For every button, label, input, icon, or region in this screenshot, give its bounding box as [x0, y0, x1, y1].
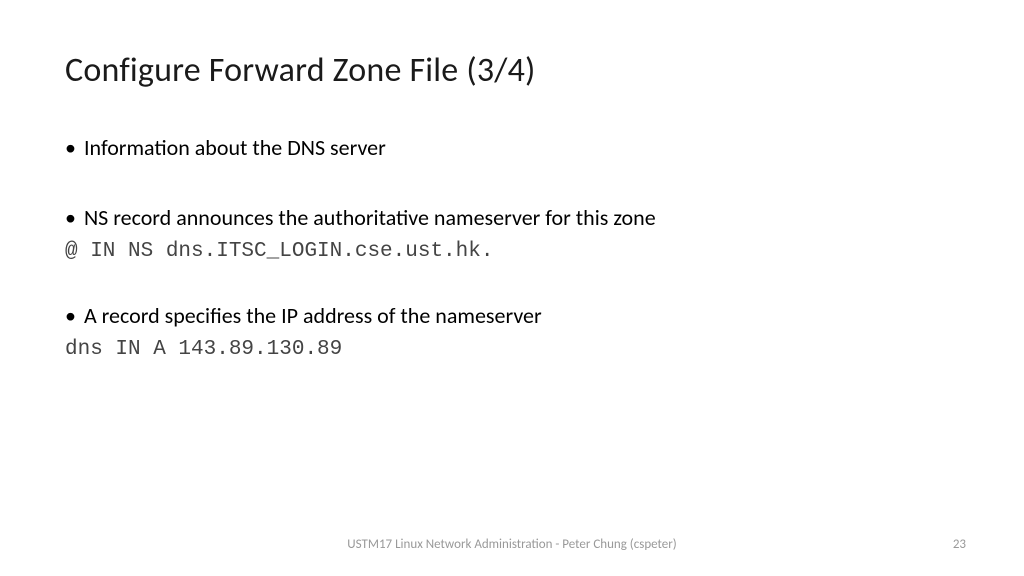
bullet-text: Information about the DNS server [84, 133, 959, 163]
slide-footer: USTM17 Linux Network Administration - Pe… [0, 537, 1024, 552]
slide-title: Configure Forward Zone File (3/4) [65, 50, 959, 91]
bullet-item: • A record specifies the IP address of t… [65, 301, 959, 331]
code-line: dns IN A 143.89.130.89 [65, 336, 959, 364]
slide-container: Configure Forward Zone File (3/4) • Info… [0, 0, 1024, 576]
bullet-item: • Information about the DNS server [65, 133, 959, 163]
bullet-text: A record specifies the IP address of the… [84, 301, 959, 331]
bullet-text: NS record announces the authoritative na… [84, 203, 959, 233]
bullet-marker-icon: • [65, 301, 76, 331]
bullet-marker-icon: • [65, 203, 76, 233]
code-line: @ IN NS dns.ITSC_LOGIN.cse.ust.hk. [65, 238, 959, 266]
bullet-item: • NS record announces the authoritative … [65, 203, 959, 233]
slide-content: • Information about the DNS server • NS … [65, 133, 959, 365]
footer-text: USTM17 Linux Network Administration - Pe… [0, 537, 1024, 552]
bullet-marker-icon: • [65, 133, 76, 163]
page-number: 23 [953, 537, 966, 552]
